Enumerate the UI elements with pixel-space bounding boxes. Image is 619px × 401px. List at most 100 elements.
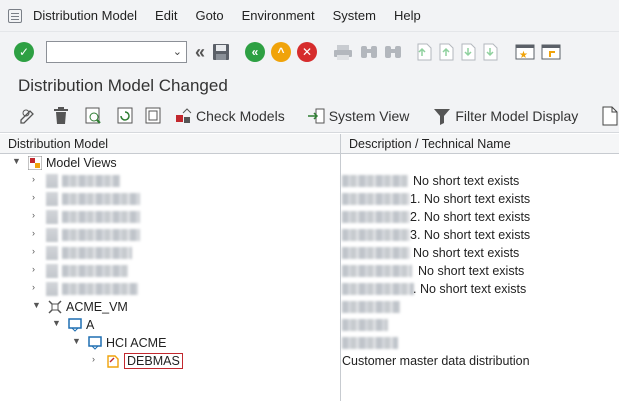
check-models-icon (176, 108, 192, 123)
blurred-technical-name (342, 211, 410, 223)
back-icon[interactable]: « (245, 42, 266, 62)
new-session-icon[interactable]: ★ (515, 43, 535, 61)
blurred-technical-name (342, 319, 388, 331)
receiver-system-icon (88, 336, 102, 350)
command-field[interactable]: ⌄ (46, 41, 187, 63)
blurred-icon (46, 210, 58, 224)
svg-text:★: ★ (519, 50, 528, 61)
menu-distribution-model[interactable]: Distribution Model (33, 8, 137, 23)
message-type-description: Customer master data distribution (342, 354, 530, 368)
enter-icon[interactable]: ✓ (14, 42, 34, 62)
blurred-technical-name (342, 301, 400, 313)
expand-toggle-icon[interactable]: › (32, 174, 35, 184)
copy-icon[interactable] (144, 106, 162, 126)
tree-row-blurred[interactable]: › No short text exists (0, 244, 619, 262)
tree-row-blurred[interactable]: › . No short text exists (0, 280, 619, 298)
cancel-icon[interactable]: ✕ (297, 42, 318, 62)
blurred-technical-name (342, 175, 408, 187)
blurred-technical-name (342, 193, 410, 205)
collapse-command-icon[interactable]: « (195, 42, 205, 63)
create-shortcut-icon[interactable] (541, 43, 561, 61)
collapse-toggle-icon[interactable]: ▼ (72, 336, 81, 346)
chevron-down-icon[interactable]: ⌄ (173, 45, 182, 58)
application-toolbar: Check Models System View Filter Model Di… (0, 100, 619, 133)
tree-row-sender[interactable]: ▼ A (0, 316, 619, 334)
previous-page-icon[interactable] (437, 43, 455, 61)
expand-toggle-icon[interactable]: › (32, 192, 35, 202)
menu-help[interactable]: Help (394, 8, 421, 23)
tree-row-blurred[interactable]: › No short text exists (0, 172, 619, 190)
print-icon[interactable] (333, 43, 353, 61)
message-type-icon (107, 355, 119, 368)
blurred-icon (46, 282, 58, 296)
save-icon[interactable] (211, 42, 231, 62)
tree-row-message-type[interactable]: › DEBMAS Customer master data distributi… (0, 352, 619, 370)
blurred-technical-name (342, 229, 410, 241)
blurred-icon (46, 228, 58, 242)
collapse-toggle-icon[interactable]: ▼ (52, 318, 61, 328)
tree-row-blurred[interactable]: › 2. No short text exists (0, 208, 619, 226)
menu-goto[interactable]: Goto (195, 8, 223, 23)
blurred-icon (46, 246, 58, 260)
filter-icon (434, 109, 451, 125)
blurred-technical-name (342, 247, 410, 259)
first-page-icon[interactable] (415, 43, 433, 61)
blurred-label (62, 283, 138, 295)
expand-toggle-icon[interactable]: › (32, 282, 35, 292)
expand-toggle-icon[interactable]: › (32, 228, 35, 238)
blurred-label (62, 229, 140, 241)
display-change-icon[interactable] (18, 106, 38, 126)
blurred-technical-name (342, 265, 412, 277)
model-view-icon (48, 300, 62, 314)
blurred-label (62, 247, 132, 259)
menu-edit[interactable]: Edit (155, 8, 177, 23)
sender-system-icon (68, 318, 82, 332)
blurred-label (62, 193, 140, 205)
distribution-model-tree: Distribution Model Description / Technic… (0, 134, 619, 401)
model-views-icon (28, 156, 42, 170)
menu-bar: Distribution Model Edit Goto Environment… (0, 0, 619, 32)
column-header-description: Description / Technical Name (341, 134, 619, 154)
column-header-distribution-model: Distribution Model (0, 134, 340, 154)
check-models-button[interactable]: Check Models (174, 107, 285, 125)
message-type-label[interactable]: DEBMAS (124, 353, 183, 369)
refresh-icon[interactable] (116, 106, 134, 126)
expand-toggle-icon[interactable]: › (32, 246, 35, 256)
find-icon[interactable] (359, 43, 379, 61)
expand-toggle-icon[interactable]: ▼ (12, 156, 21, 166)
document-icon[interactable] (602, 106, 618, 126)
tree-row-blurred[interactable]: › 1. No short text exists (0, 190, 619, 208)
filter-model-display-button[interactable]: Filter Model Display (433, 107, 578, 125)
tree-row-blurred[interactable]: › No short text exists (0, 262, 619, 280)
blurred-icon (46, 174, 58, 188)
sap-menu-icon[interactable] (8, 8, 22, 23)
expand-toggle-icon[interactable]: › (32, 210, 35, 220)
system-view-icon (307, 108, 325, 124)
tree-row-blurred[interactable]: › 3. No short text exists (0, 226, 619, 244)
details-icon[interactable] (84, 106, 102, 126)
delete-icon[interactable] (52, 106, 70, 126)
menu-system[interactable]: System (333, 8, 376, 23)
blurred-label (62, 265, 128, 277)
page-title: Distribution Model Changed (18, 76, 228, 95)
tree-row-model-view[interactable]: ▼ ACME_VM (0, 298, 619, 316)
title-bar: Distribution Model Changed (0, 72, 619, 100)
next-page-icon[interactable] (459, 43, 477, 61)
blurred-label (62, 175, 120, 187)
blurred-label (62, 211, 140, 223)
standard-toolbar: ✓ ⌄ « « ^ ✕ ★ (0, 32, 619, 72)
collapse-toggle-icon[interactable]: ▼ (32, 300, 41, 310)
blurred-icon (46, 192, 58, 206)
blurred-technical-name (342, 283, 414, 295)
blurred-icon (46, 264, 58, 278)
blurred-technical-name (342, 337, 398, 349)
tree-row-model-views[interactable]: ▼ Model Views (0, 154, 619, 172)
last-page-icon[interactable] (481, 43, 499, 61)
exit-icon[interactable]: ^ (271, 42, 292, 62)
find-next-icon[interactable] (383, 43, 403, 61)
tree-row-receiver[interactable]: ▼ HCI ACME (0, 334, 619, 352)
menu-environment[interactable]: Environment (242, 8, 315, 23)
expand-toggle-icon[interactable]: › (32, 264, 35, 274)
expand-toggle-icon[interactable]: › (92, 354, 95, 364)
system-view-button[interactable]: System View (307, 107, 409, 125)
